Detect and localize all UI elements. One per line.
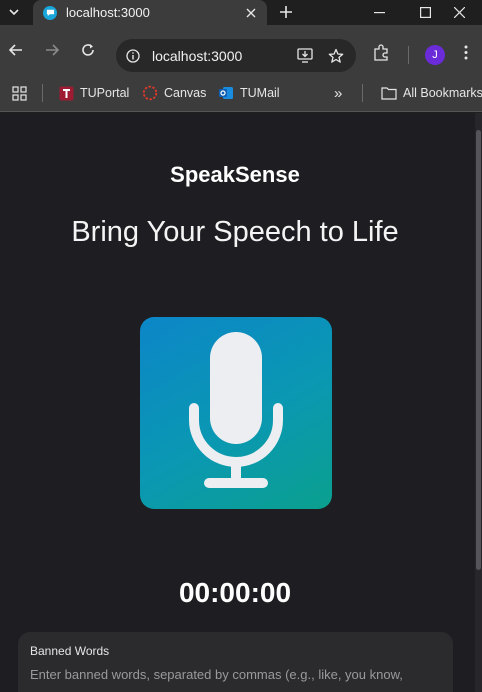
banned-words-label: Banned Words bbox=[30, 644, 110, 658]
more-menu-icon[interactable] bbox=[464, 45, 468, 65]
page-headline: Bring Your Speech to Life bbox=[71, 216, 399, 248]
bookmark-label: TUPortal bbox=[80, 86, 130, 100]
install-app-icon[interactable] bbox=[294, 45, 316, 67]
record-button[interactable] bbox=[140, 317, 332, 509]
toolbar-divider bbox=[408, 46, 409, 64]
bookmark-tuportal[interactable]: TUPortal bbox=[58, 83, 129, 103]
bookmark-star-icon[interactable] bbox=[325, 45, 347, 67]
microphone-icon bbox=[188, 331, 284, 495]
speech-bubble-icon bbox=[43, 5, 57, 20]
bookmarks-overflow-button[interactable]: » bbox=[334, 83, 342, 103]
tab-active[interactable]: localhost:3000 bbox=[33, 0, 267, 25]
app-brand: SpeakSense bbox=[170, 162, 300, 187]
browser-toolbar: localhost:3000 J bbox=[0, 25, 482, 73]
tab-search-button[interactable] bbox=[3, 2, 25, 22]
double-chevron-icon: » bbox=[334, 84, 343, 102]
folder-icon bbox=[381, 85, 397, 101]
url-text: localhost:3000 bbox=[152, 47, 243, 64]
all-bookmarks-button[interactable]: All Bookmarks bbox=[381, 83, 482, 103]
tab-close-icon[interactable] bbox=[243, 5, 259, 21]
forward-button[interactable] bbox=[41, 39, 63, 61]
banned-words-input[interactable]: Enter banned words, separated by commas … bbox=[30, 667, 441, 682]
bookmarks-divider bbox=[362, 84, 363, 102]
app-page: SpeakSense Bring Your Speech to Life 00:… bbox=[0, 113, 482, 692]
tuportal-icon bbox=[58, 85, 74, 101]
bookmark-label: TUMail bbox=[240, 86, 280, 100]
site-info-icon[interactable] bbox=[123, 46, 143, 66]
tab-strip: localhost:3000 bbox=[0, 0, 482, 25]
apps-grid-icon bbox=[11, 85, 27, 101]
bookmark-label: Canvas bbox=[164, 86, 207, 100]
bookmarks-bar: TUPortal Canvas TUMail » All Bookmarks bbox=[0, 73, 482, 112]
tab-title: localhost:3000 bbox=[66, 5, 150, 20]
scrollbar-thumb[interactable] bbox=[476, 130, 481, 570]
close-window-button[interactable] bbox=[436, 0, 482, 25]
outlook-icon bbox=[218, 85, 234, 101]
chevron-down-icon bbox=[9, 3, 19, 21]
recording-timer: 00:00:00 bbox=[178, 577, 292, 608]
banned-words-panel: Banned Words Enter banned words, separat… bbox=[18, 632, 453, 692]
back-button[interactable] bbox=[5, 39, 27, 61]
reload-button[interactable] bbox=[77, 39, 99, 61]
address-bar[interactable]: localhost:3000 bbox=[116, 39, 356, 72]
minimize-button[interactable] bbox=[356, 0, 402, 25]
bookmarks-divider bbox=[42, 84, 43, 102]
extensions-icon[interactable] bbox=[373, 44, 390, 66]
profile-avatar[interactable]: J bbox=[425, 45, 445, 65]
canvas-icon bbox=[142, 85, 158, 101]
bookmark-tumail[interactable]: TUMail bbox=[218, 83, 280, 103]
apps-button[interactable] bbox=[11, 83, 33, 103]
bookmark-canvas[interactable]: Canvas bbox=[142, 83, 206, 103]
new-tab-button[interactable] bbox=[277, 3, 295, 21]
all-bookmarks-label: All Bookmarks bbox=[403, 86, 482, 100]
